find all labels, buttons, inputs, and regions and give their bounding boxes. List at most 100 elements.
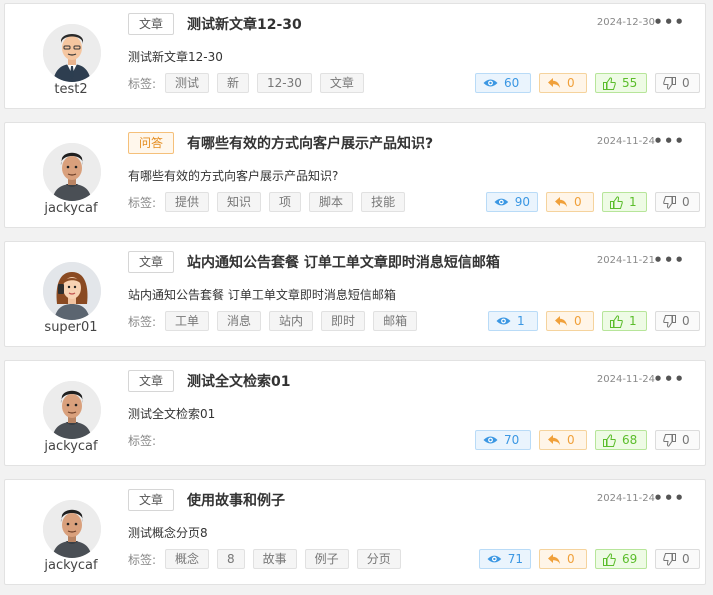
user-avatar[interactable] bbox=[43, 500, 101, 558]
view-count-button[interactable]: 71 bbox=[479, 549, 531, 569]
more-options-icon[interactable]: ••• bbox=[653, 370, 685, 388]
eye-icon bbox=[494, 197, 509, 207]
more-options-icon[interactable]: ••• bbox=[653, 132, 685, 150]
reply-count: 0 bbox=[567, 550, 575, 568]
view-count: 60 bbox=[504, 74, 519, 92]
post-title[interactable]: 使用故事和例子 bbox=[187, 490, 285, 510]
reply-arrow-icon bbox=[554, 196, 568, 208]
username[interactable]: jackycaf bbox=[25, 439, 117, 454]
post-type-badge: 文章 bbox=[128, 489, 174, 511]
reply-arrow-icon bbox=[547, 434, 561, 446]
tag[interactable]: 新 bbox=[217, 73, 249, 93]
dislike-button[interactable]: 0 bbox=[655, 311, 700, 331]
reply-count-button[interactable]: 0 bbox=[539, 549, 587, 569]
tag[interactable]: 概念 bbox=[165, 549, 209, 569]
tag-list: 工单 消息 站内 即时 邮箱 bbox=[165, 311, 417, 331]
like-button[interactable]: 69 bbox=[595, 549, 647, 569]
username[interactable]: jackycaf bbox=[25, 558, 117, 573]
reply-arrow-icon bbox=[554, 315, 568, 327]
tag[interactable]: 12-30 bbox=[257, 73, 312, 93]
user-avatar[interactable] bbox=[43, 143, 101, 201]
view-count: 70 bbox=[504, 431, 519, 449]
username[interactable]: super01 bbox=[25, 320, 117, 335]
view-count-button[interactable]: 70 bbox=[475, 430, 531, 450]
tag[interactable]: 文章 bbox=[320, 73, 364, 93]
post-date: 2024-11-24 bbox=[597, 374, 655, 385]
tag[interactable]: 8 bbox=[217, 549, 245, 569]
view-count-button[interactable]: 90 bbox=[486, 192, 538, 212]
eye-icon bbox=[483, 78, 498, 88]
like-button[interactable]: 1 bbox=[602, 192, 647, 212]
reply-count-button[interactable]: 0 bbox=[546, 311, 594, 331]
post-title[interactable]: 测试新文章12-30 bbox=[187, 14, 302, 34]
tag[interactable]: 例子 bbox=[305, 549, 349, 569]
thumbs-up-icon bbox=[603, 553, 616, 566]
like-button[interactable]: 55 bbox=[595, 73, 647, 93]
thumbs-up-icon bbox=[610, 196, 623, 209]
thumbs-down-icon bbox=[663, 77, 676, 90]
reply-arrow-icon bbox=[547, 77, 561, 89]
post-title[interactable]: 有哪些有效的方式向客户展示产品知识? bbox=[187, 133, 433, 153]
thumbs-down-icon bbox=[663, 315, 676, 328]
post-type-badge: 文章 bbox=[128, 251, 174, 273]
view-count: 71 bbox=[508, 550, 523, 568]
dislike-button[interactable]: 0 bbox=[655, 73, 700, 93]
post-date: 2024-11-21 bbox=[597, 255, 655, 266]
tag[interactable]: 故事 bbox=[253, 549, 297, 569]
like-count: 69 bbox=[622, 550, 637, 568]
username[interactable]: jackycaf bbox=[25, 201, 117, 216]
reply-count-button[interactable]: 0 bbox=[539, 430, 587, 450]
tag[interactable]: 项 bbox=[269, 192, 301, 212]
tag[interactable]: 知识 bbox=[217, 192, 261, 212]
reply-count-button[interactable]: 0 bbox=[539, 73, 587, 93]
tag[interactable]: 邮箱 bbox=[373, 311, 417, 331]
tags-label: 标签: bbox=[128, 432, 156, 449]
reply-arrow-icon bbox=[547, 553, 561, 565]
post-type-badge: 文章 bbox=[128, 370, 174, 392]
dislike-button[interactable]: 0 bbox=[655, 430, 700, 450]
tag-list: 提供 知识 项 脚本 技能 bbox=[165, 192, 405, 212]
tag[interactable]: 分页 bbox=[357, 549, 401, 569]
username[interactable]: test2 bbox=[25, 82, 117, 97]
more-options-icon[interactable]: ••• bbox=[653, 13, 685, 31]
tag[interactable]: 工单 bbox=[165, 311, 209, 331]
view-count-button[interactable]: 1 bbox=[488, 311, 538, 331]
like-button[interactable]: 1 bbox=[602, 311, 647, 331]
man-tshirt-avatar-icon bbox=[43, 143, 101, 201]
tag[interactable]: 技能 bbox=[361, 192, 405, 212]
tag[interactable]: 脚本 bbox=[309, 192, 353, 212]
post-card: jackycaf 问答 有哪些有效的方式向客户展示产品知识? 2024-11-2… bbox=[4, 122, 706, 228]
like-count: 1 bbox=[629, 193, 637, 211]
view-count-button[interactable]: 60 bbox=[475, 73, 531, 93]
view-count: 90 bbox=[515, 193, 530, 211]
reply-count: 0 bbox=[574, 193, 582, 211]
tag[interactable]: 消息 bbox=[217, 311, 261, 331]
eye-icon bbox=[496, 316, 511, 326]
tag[interactable]: 站内 bbox=[269, 311, 313, 331]
dislike-count: 0 bbox=[682, 74, 690, 92]
tag[interactable]: 提供 bbox=[165, 192, 209, 212]
post-summary: 站内通知公告套餐 订单工单文章即时消息短信邮箱 bbox=[128, 286, 396, 303]
post-date: 2024-12-30 bbox=[597, 17, 655, 28]
dislike-button[interactable]: 0 bbox=[655, 192, 700, 212]
user-avatar[interactable] bbox=[43, 262, 101, 320]
post-title[interactable]: 测试全文检索01 bbox=[187, 371, 290, 391]
tag-list: 测试 新 12-30 文章 bbox=[165, 73, 364, 93]
tag[interactable]: 测试 bbox=[165, 73, 209, 93]
user-avatar[interactable] bbox=[43, 381, 101, 439]
more-options-icon[interactable]: ••• bbox=[653, 489, 685, 507]
post-title[interactable]: 站内通知公告套餐 订单工单文章即时消息短信邮箱 bbox=[187, 252, 500, 272]
user-avatar[interactable] bbox=[43, 24, 101, 82]
post-card: jackycaf 文章 测试全文检索01 2024-11-24 ••• 测试全文… bbox=[4, 360, 706, 466]
thumbs-down-icon bbox=[663, 196, 676, 209]
reply-count: 0 bbox=[574, 312, 582, 330]
tag[interactable]: 即时 bbox=[321, 311, 365, 331]
post-stats: 90 0 1 0 bbox=[486, 192, 700, 212]
like-button[interactable]: 68 bbox=[595, 430, 647, 450]
reply-count-button[interactable]: 0 bbox=[546, 192, 594, 212]
more-options-icon[interactable]: ••• bbox=[653, 251, 685, 269]
post-card: jackycaf 文章 使用故事和例子 2024-11-24 ••• 测试概念分… bbox=[4, 479, 706, 585]
dislike-button[interactable]: 0 bbox=[655, 549, 700, 569]
thumbs-down-icon bbox=[663, 553, 676, 566]
like-count: 1 bbox=[629, 312, 637, 330]
